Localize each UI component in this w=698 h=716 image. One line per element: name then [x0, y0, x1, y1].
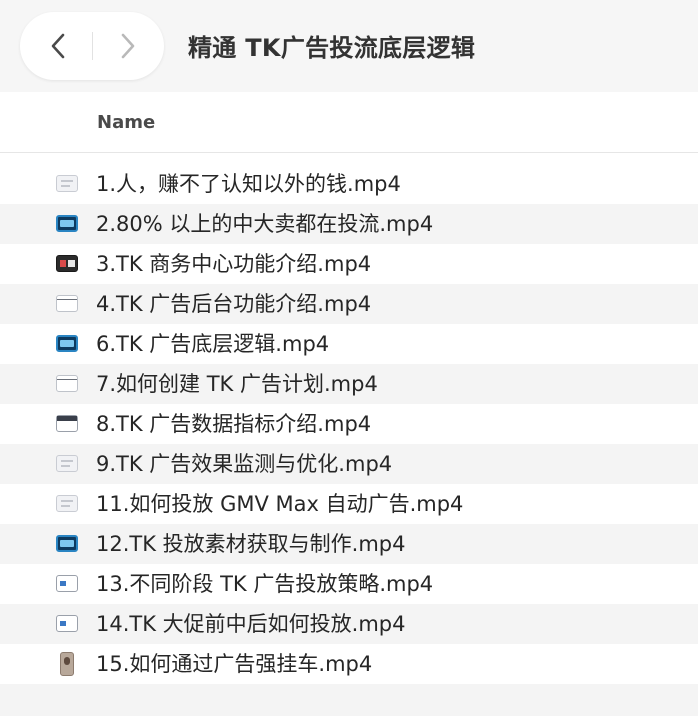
file-name: 4.TK 广告后台功能介绍.mp4: [96, 292, 372, 316]
video-file-icon: [56, 455, 78, 472]
file-row[interactable]: 4.TK 广告后台功能介绍.mp4: [0, 284, 698, 324]
file-name: 11.如何投放 GMV Max 自动广告.mp4: [96, 492, 464, 516]
video-file-icon: [56, 215, 78, 232]
file-name: 1.人，赚不了认知以外的钱.mp4: [96, 172, 401, 196]
file-name: 13.不同阶段 TK 广告投放策略.mp4: [96, 572, 434, 596]
file-name: 8.TK 广告数据指标介绍.mp4: [96, 412, 372, 436]
forward-button[interactable]: [96, 12, 160, 80]
file-name: 12.TK 投放素材获取与制作.mp4: [96, 532, 406, 556]
file-name: 3.TK 商务中心功能介绍.mp4: [96, 252, 372, 276]
file-row[interactable]: 3.TK 商务中心功能介绍.mp4: [0, 244, 698, 284]
file-row[interactable]: 2.80% 以上的中大卖都在投流.mp4: [0, 204, 698, 244]
empty-list-row: [0, 684, 698, 716]
file-name: 2.80% 以上的中大卖都在投流.mp4: [96, 212, 434, 236]
video-file-icon: [56, 415, 78, 432]
finder-window: 精通 TK广告投流底层逻辑 Name 1.人，赚不了认知以外的钱.mp4 2.8…: [0, 0, 698, 716]
nav-divider: [92, 32, 93, 60]
file-name: 7.如何创建 TK 广告计划.mp4: [96, 372, 378, 396]
file-row[interactable]: 8.TK 广告数据指标介绍.mp4: [0, 404, 698, 444]
file-name: 6.TK 广告底层逻辑.mp4: [96, 332, 330, 356]
file-row[interactable]: 9.TK 广告效果监测与优化.mp4: [0, 444, 698, 484]
file-row[interactable]: 7.如何创建 TK 广告计划.mp4: [0, 364, 698, 404]
file-list: 1.人，赚不了认知以外的钱.mp4 2.80% 以上的中大卖都在投流.mp4 3…: [0, 164, 698, 716]
file-name: 14.TK 大促前中后如何投放.mp4: [96, 612, 406, 636]
file-row[interactable]: 1.人，赚不了认知以外的钱.mp4: [0, 164, 698, 204]
video-file-icon: [56, 575, 78, 592]
file-row[interactable]: 11.如何投放 GMV Max 自动广告.mp4: [0, 484, 698, 524]
file-name: 15.如何通过广告强挂车.mp4: [96, 652, 373, 676]
file-row[interactable]: 12.TK 投放素材获取与制作.mp4: [0, 524, 698, 564]
chevron-right-icon: [121, 33, 135, 59]
file-row[interactable]: 14.TK 大促前中后如何投放.mp4: [0, 604, 698, 644]
video-file-icon: [56, 335, 78, 352]
video-file-icon: [56, 255, 78, 272]
video-file-icon: [60, 652, 74, 676]
navigation-buttons: [20, 12, 164, 80]
video-file-icon: [56, 495, 78, 512]
file-name: 9.TK 广告效果监测与优化.mp4: [96, 452, 393, 476]
video-file-icon: [56, 295, 78, 312]
video-file-icon: [56, 535, 78, 552]
column-header-name[interactable]: Name: [97, 112, 155, 133]
toolbar: 精通 TK广告投流底层逻辑: [0, 0, 698, 92]
video-file-icon: [56, 175, 78, 192]
back-button[interactable]: [26, 12, 90, 80]
chevron-left-icon: [51, 33, 65, 59]
video-file-icon: [56, 375, 78, 392]
list-header: Name: [0, 92, 698, 153]
window-title: 精通 TK广告投流底层逻辑: [188, 34, 476, 62]
video-file-icon: [56, 615, 78, 632]
file-row[interactable]: 15.如何通过广告强挂车.mp4: [0, 644, 698, 684]
file-row[interactable]: 13.不同阶段 TK 广告投放策略.mp4: [0, 564, 698, 604]
file-row[interactable]: 6.TK 广告底层逻辑.mp4: [0, 324, 698, 364]
